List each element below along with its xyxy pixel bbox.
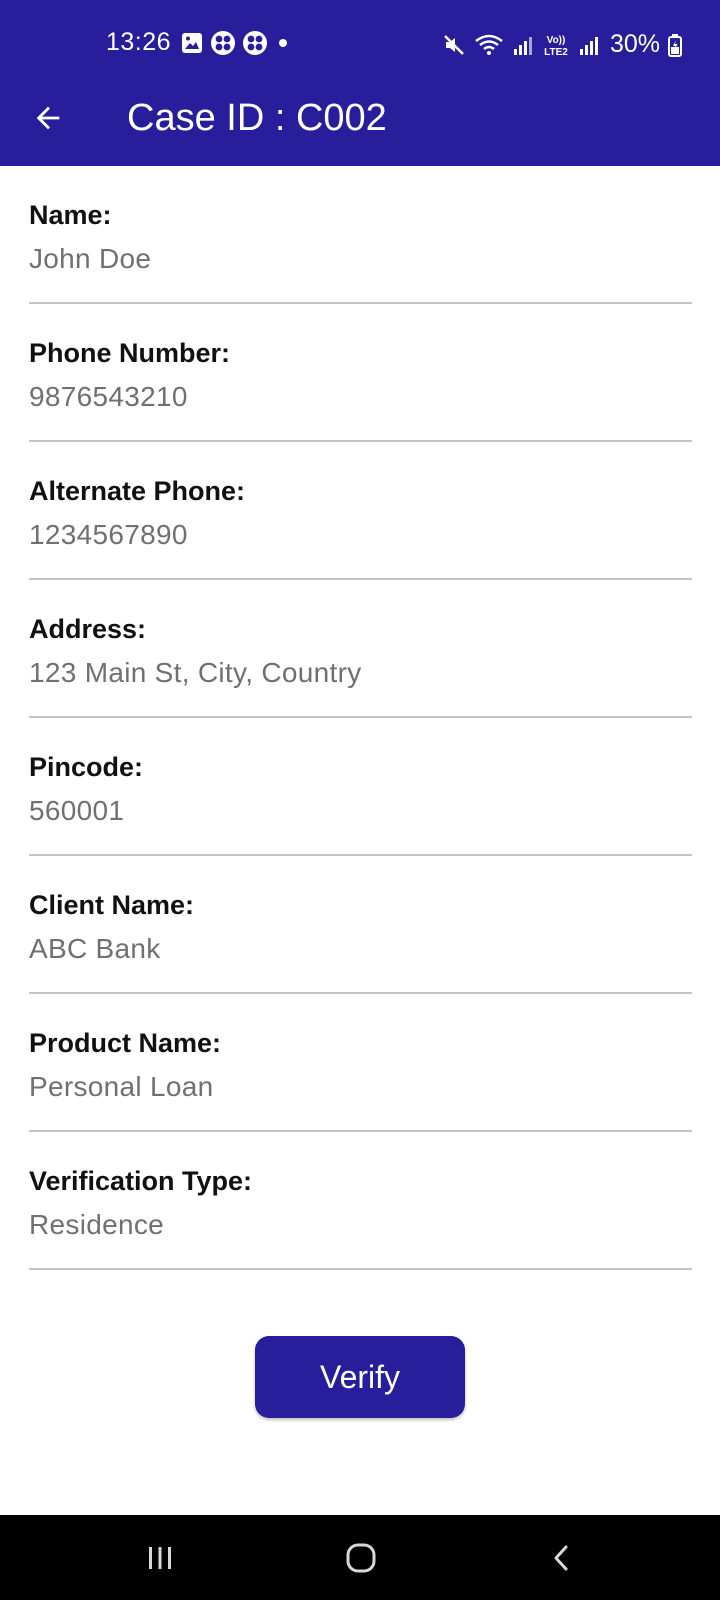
field-value: 560001 <box>29 795 125 826</box>
field-label: Phone Number: <box>29 338 231 368</box>
nav-back-button[interactable] <box>532 1533 592 1583</box>
signal-icon <box>579 36 598 55</box>
field-phone-number: Phone Number: 9876543210 <box>29 304 692 442</box>
status-system-icons: Vo)) LTE2 30% <box>442 30 682 59</box>
field-client-name: Client Name: ABC Bank <box>29 856 692 994</box>
home-button[interactable] <box>331 1533 391 1583</box>
field-name: Name: John Doe <box>29 166 692 304</box>
field-value: 9876543210 <box>29 381 188 412</box>
volte-icon: Vo)) LTE2 <box>544 35 568 58</box>
field-value: Personal Loan <box>29 1071 214 1102</box>
field-value: 123 Main St, City, Country <box>29 657 362 688</box>
home-icon <box>346 1543 376 1573</box>
recents-button[interactable] <box>130 1533 190 1583</box>
wifi-icon <box>475 34 503 55</box>
field-label: Alternate Phone: <box>29 476 246 506</box>
field-label: Verification Type: <box>29 1166 253 1196</box>
field-value: John Doe <box>29 243 152 274</box>
toolbar: Case ID : C002 <box>0 80 720 158</box>
battery-percent: 30% <box>609 30 660 58</box>
status-notification-icons <box>180 30 292 56</box>
field-label: Product Name: <box>29 1028 222 1058</box>
field-address: Address: 123 Main St, City, Country <box>29 580 692 718</box>
field-value: 1234567890 <box>29 519 188 550</box>
battery-icon <box>668 33 682 57</box>
mute-icon <box>444 34 464 55</box>
page-title: Case ID : C002 <box>127 97 387 139</box>
signal-icon <box>513 36 532 55</box>
field-verification-type: Verification Type: Residence <box>29 1132 692 1270</box>
clover-icon <box>211 31 235 55</box>
dot-icon <box>279 39 287 47</box>
clover-icon <box>243 31 267 55</box>
app-header: 13:26 Vo)) LTE2 30% Case ID: C002 <box>0 0 720 166</box>
field-product-name: Product Name: Personal Loan <box>29 994 692 1132</box>
back-icon <box>554 1545 568 1571</box>
field-alternate-phone: Alternate Phone: 1234567890 <box>29 442 692 580</box>
field-label: Pincode: <box>29 752 144 782</box>
field-label: Client Name: <box>29 890 195 920</box>
field-value: Residence <box>29 1209 165 1240</box>
field-pincode: Pincode: 560001 <box>29 718 692 856</box>
svg-text:LTE2: LTE2 <box>544 47 568 58</box>
field-value: ABC Bank <box>29 933 161 964</box>
field-label: Name: <box>29 200 112 230</box>
back-button[interactable] <box>24 94 72 142</box>
recents-icon <box>149 1547 171 1569</box>
field-label: Address: <box>29 614 147 644</box>
status-bar: 13:26 Vo)) LTE2 30% <box>0 24 720 64</box>
system-nav-bar <box>0 1515 720 1600</box>
gallery-icon <box>182 33 202 53</box>
svg-text:Vo)): Vo)) <box>547 35 566 46</box>
verify-button[interactable]: Verify <box>255 1336 465 1418</box>
status-time: 13:26 <box>106 28 172 56</box>
case-details-list: Name: John Doe Phone Number: 9876543210 … <box>29 166 692 1270</box>
arrow-left-icon <box>36 106 60 130</box>
